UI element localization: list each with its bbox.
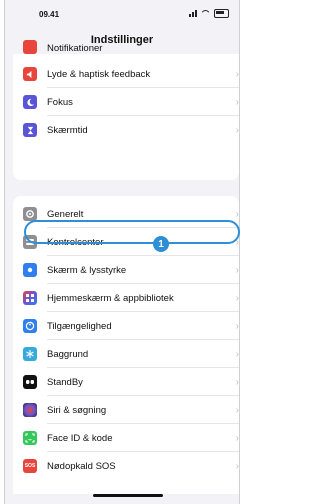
settings-row-label: Hjemmeskærm & appbibliotek	[47, 292, 174, 304]
settings-row-label: Notifikationer	[47, 43, 103, 54]
step-callout-badge: 1	[153, 236, 169, 252]
chevron-right-icon: ›	[235, 292, 239, 304]
settings-row-label: Baggrund	[47, 348, 89, 360]
settings-row-label: Fokus	[47, 96, 73, 108]
chevron-right-icon: ›	[235, 208, 239, 220]
status-icons	[189, 9, 229, 18]
settings-row-label: Face ID & kode	[47, 432, 113, 444]
signal-icon	[189, 10, 197, 17]
settings-row-label: Siri & søgning	[47, 404, 107, 416]
status-time: 09.41	[39, 10, 60, 19]
chevron-right-icon: ›	[235, 460, 239, 472]
sun-icon	[23, 263, 37, 277]
settings-screen: 09.41 Indstillinger Notifikationer Lyde …	[4, 0, 240, 504]
chevron-right-icon: ›	[235, 264, 239, 276]
settings-row-label: Skærm & lysstyrke	[47, 264, 127, 276]
settings-group-1: Notifikationer Lyde & haptisk feedback ›…	[13, 40, 239, 180]
settings-row-siri[interactable]: Siri & søgning ›	[13, 396, 239, 424]
siri-icon	[23, 403, 37, 417]
standby-icon	[23, 375, 37, 389]
battery-icon	[214, 9, 229, 18]
settings-row-display[interactable]: Skærm & lysstyrke ›	[13, 256, 239, 284]
accessibility-icon	[23, 319, 37, 333]
moon-icon	[23, 95, 37, 109]
status-bar: 09.41	[5, 0, 239, 24]
settings-row-emergency-sos[interactable]: SOS Nødopkald SOS ›	[13, 452, 239, 480]
snowflake-icon	[23, 347, 37, 361]
chevron-right-icon: ›	[235, 432, 239, 444]
highlight-ring	[24, 220, 240, 244]
settings-row-sounds[interactable]: Lyde & haptisk feedback ›	[13, 60, 239, 88]
settings-row-standby[interactable]: StandBy ›	[13, 368, 239, 396]
chevron-right-icon: ›	[235, 376, 239, 388]
chevron-right-icon: ›	[235, 124, 239, 136]
sos-icon: SOS	[23, 459, 37, 473]
chevron-right-icon: ›	[235, 348, 239, 360]
wifi-icon	[201, 10, 210, 17]
speaker-icon	[23, 67, 37, 81]
settings-row-label: Lyde & haptisk feedback	[47, 68, 151, 80]
settings-row-label: StandBy	[47, 376, 83, 388]
settings-row-focus[interactable]: Fokus ›	[13, 88, 239, 116]
chevron-right-icon: ›	[235, 320, 239, 332]
face-id-icon	[23, 431, 37, 445]
gear-icon	[23, 207, 37, 221]
hourglass-icon	[23, 123, 37, 137]
settings-row-label: Nødopkald SOS	[47, 460, 116, 472]
grid-icon	[23, 291, 37, 305]
settings-row-home-screen[interactable]: Hjemmeskærm & appbibliotek ›	[13, 284, 239, 312]
settings-row-notifications[interactable]: Notifikationer	[13, 40, 239, 60]
settings-row-label: Skærmtid	[47, 124, 88, 136]
settings-row-label: Tilgængelighed	[47, 320, 112, 332]
settings-row-wallpaper[interactable]: Baggrund ›	[13, 340, 239, 368]
settings-row-face-id[interactable]: Face ID & kode ›	[13, 424, 239, 452]
settings-row-label: Generelt	[47, 208, 84, 220]
chevron-right-icon: ›	[235, 68, 239, 80]
chevron-right-icon: ›	[235, 404, 239, 416]
bell-icon	[23, 40, 37, 54]
chevron-right-icon: ›	[235, 96, 239, 108]
home-indicator	[93, 494, 163, 497]
settings-row-accessibility[interactable]: Tilgængelighed ›	[13, 312, 239, 340]
settings-row-screen-time[interactable]: Skærmtid ›	[13, 116, 239, 144]
